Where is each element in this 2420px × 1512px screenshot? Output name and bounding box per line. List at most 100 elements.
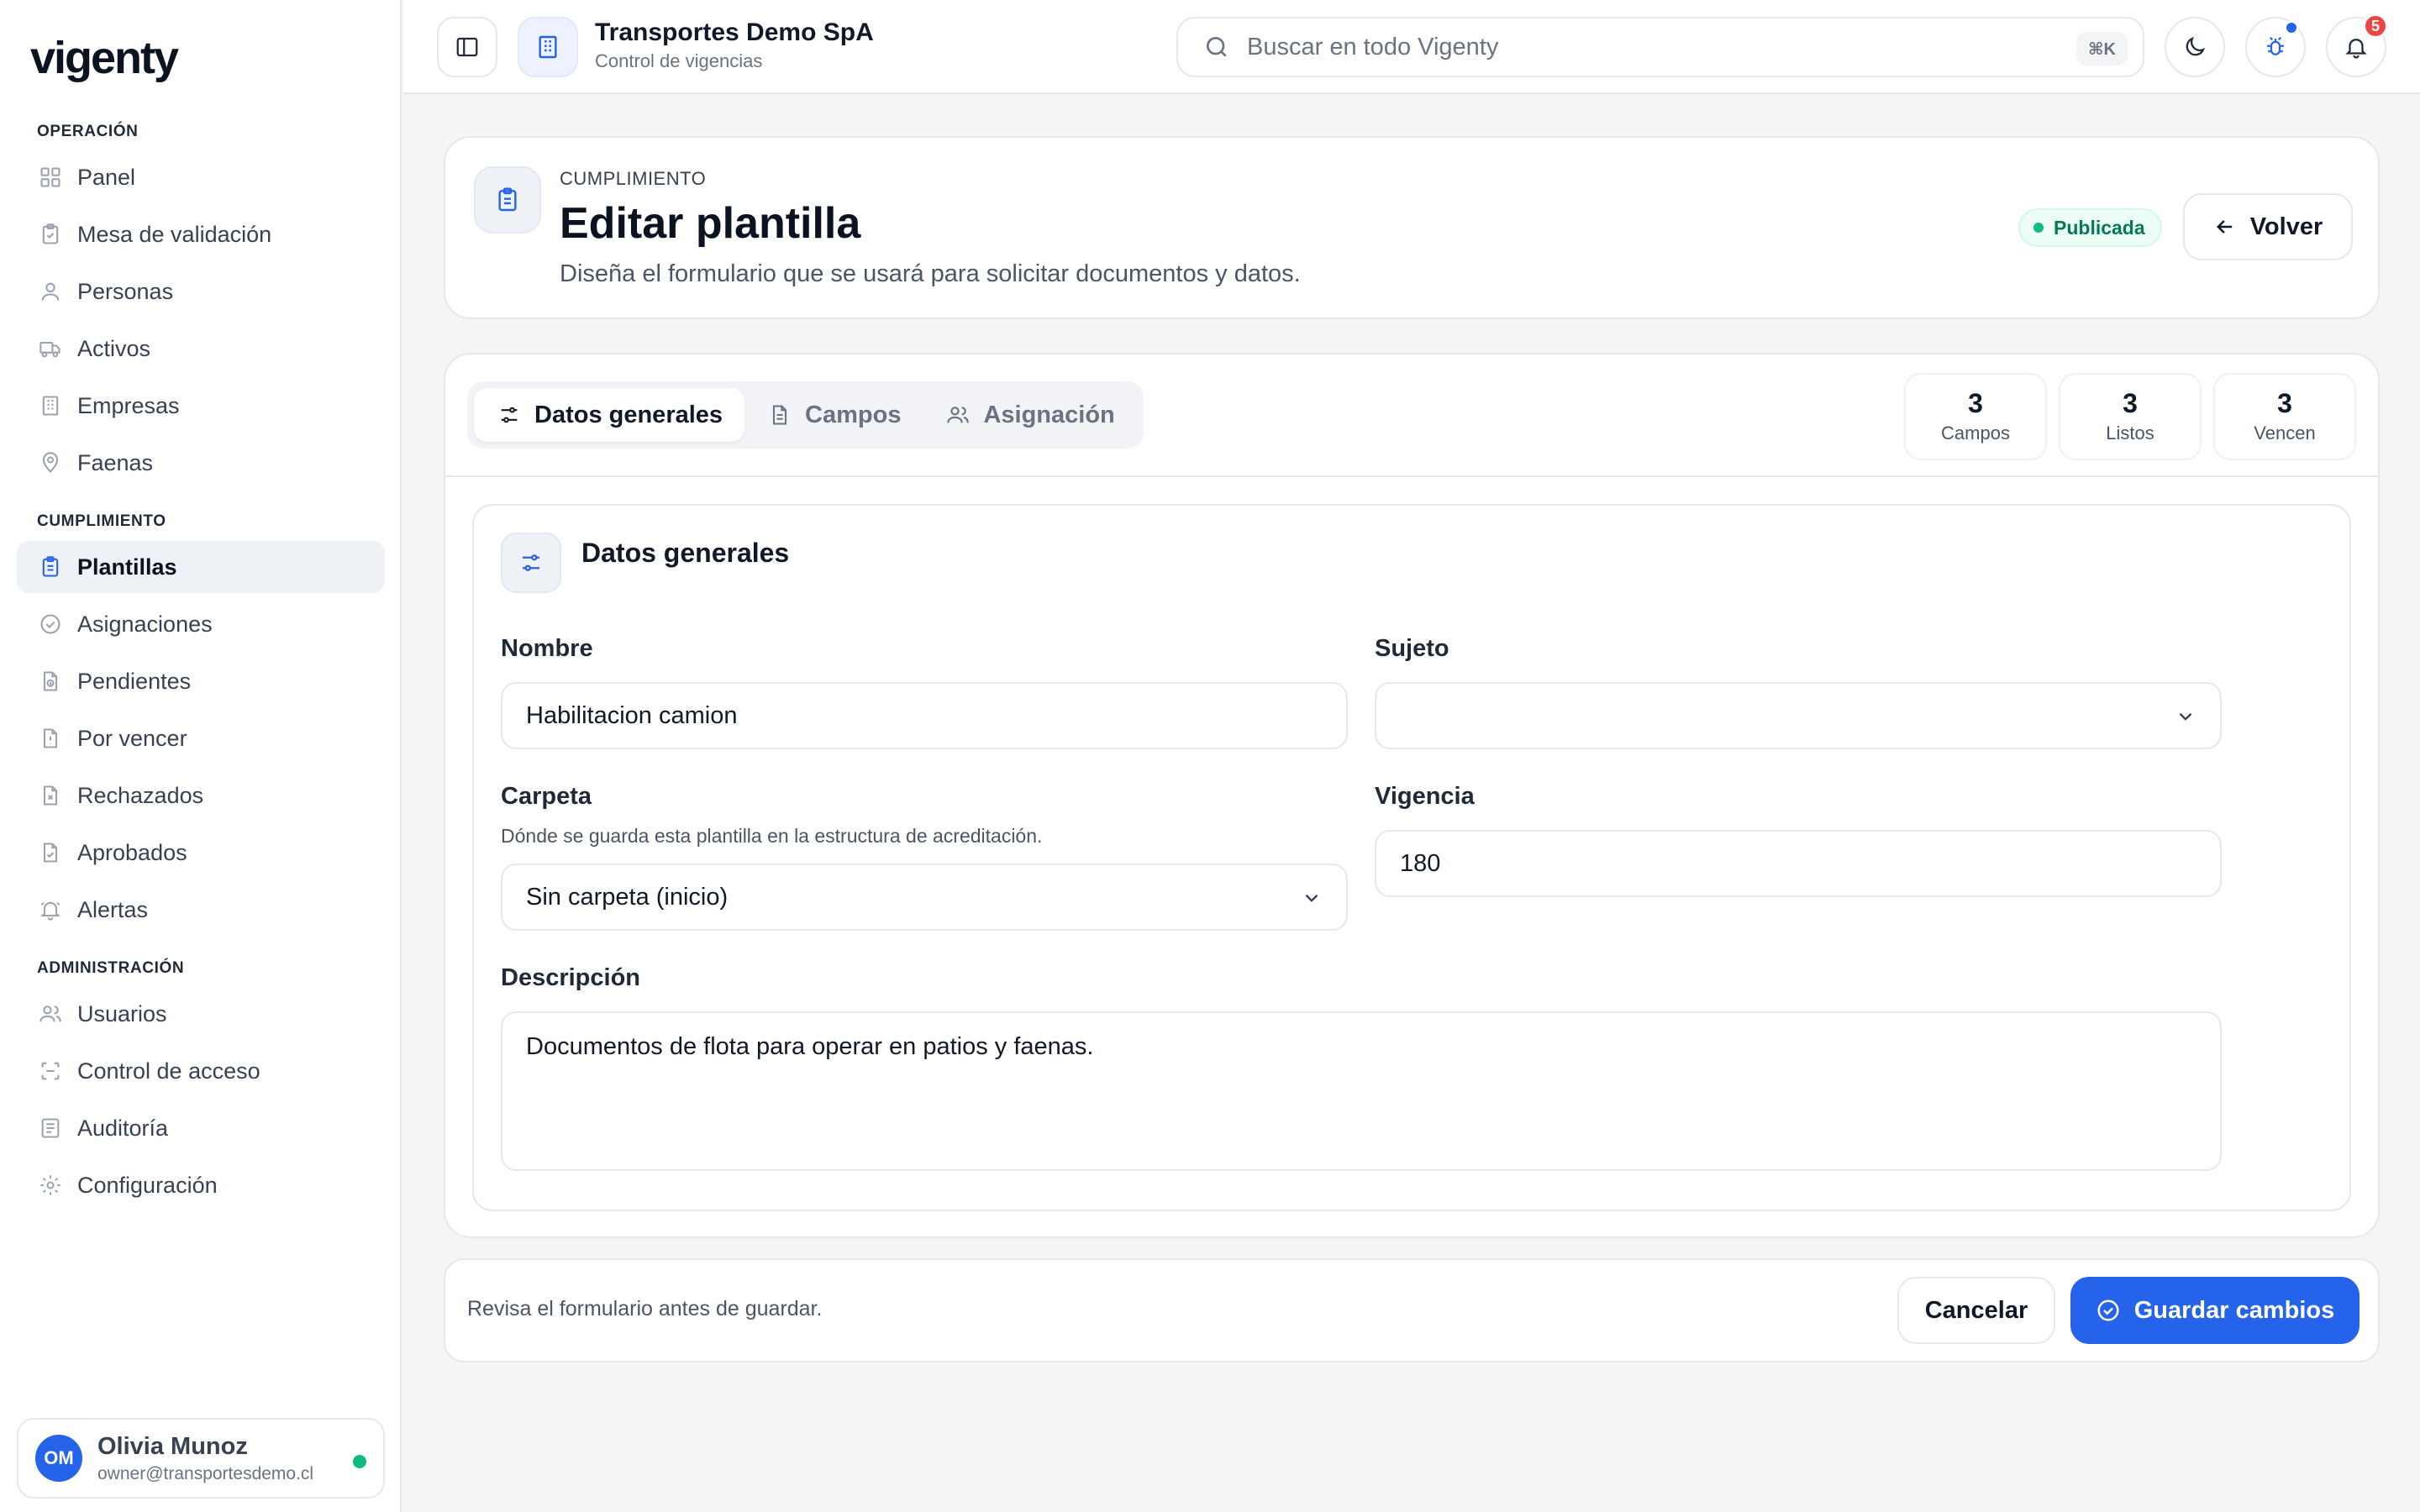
file-check-icon	[37, 839, 64, 866]
sidebar-item-rechazados[interactable]: Rechazados	[17, 769, 385, 822]
save-button[interactable]: Guardar cambios	[2070, 1277, 2360, 1344]
carpeta-select[interactable]: Sin carpeta (inicio)	[501, 864, 1348, 931]
sidebar-item-label: Plantillas	[77, 554, 177, 580]
carpeta-label: Carpeta	[501, 783, 592, 810]
online-status-indicator	[353, 1455, 366, 1468]
user-name: Olivia Munoz	[97, 1432, 248, 1460]
nombre-label: Nombre	[501, 635, 593, 662]
sidebar-item-label: Activos	[77, 335, 151, 361]
sidebar-item-personas[interactable]: Personas	[17, 265, 385, 318]
tab-campos[interactable]: Campos	[744, 388, 923, 442]
topbar: Transportes Demo SpA Control de vigencia…	[403, 0, 2420, 94]
vigenty-logo[interactable]: vigenty	[30, 32, 179, 84]
notifications-button[interactable]: 5	[2326, 13, 2388, 77]
user-email: owner@transportesdemo.cl	[97, 1463, 314, 1483]
stat-label: Listos	[2106, 423, 2154, 444]
sidebar-item-mesa-validacion[interactable]: Mesa de validación	[17, 208, 385, 260]
section-administracion: ADMINISTRACIÓN	[37, 959, 185, 977]
chevron-down-icon	[1301, 887, 1323, 909]
sidebar-item-label: Aprobados	[77, 839, 187, 865]
cancel-button[interactable]: Cancelar	[1897, 1277, 2055, 1344]
sidebar-item-plantillas[interactable]: Plantillas	[17, 541, 385, 593]
tab-asignacion[interactable]: Asignación	[923, 388, 1136, 442]
divider	[445, 475, 2378, 477]
status-dot	[2033, 223, 2044, 233]
descripcion-label: Descripción	[501, 964, 640, 991]
sidebar-item-label: Control de acceso	[77, 1058, 260, 1084]
sidebar-item-label: Asignaciones	[77, 611, 213, 637]
clipboard-list-icon	[37, 554, 64, 580]
back-button[interactable]: Volver	[2183, 193, 2353, 260]
sidebar-item-alertas[interactable]: Alertas	[17, 884, 385, 936]
check-circle-icon	[2096, 1298, 2121, 1323]
user-menu[interactable]: OM Olivia Munoz owner@transportesdemo.cl	[17, 1418, 385, 1499]
grid-icon	[37, 164, 64, 191]
status-badge: Publicada	[2018, 208, 2162, 247]
sidebar-item-asignaciones[interactable]: Asignaciones	[17, 598, 385, 650]
tab-datos-generales[interactable]: Datos generales	[474, 388, 745, 442]
sidebar-item-label: Rechazados	[77, 782, 204, 808]
nombre-field[interactable]: Habilitacion camion	[501, 682, 1348, 749]
map-pin-icon	[37, 449, 64, 476]
stat-label: Vencen	[2254, 423, 2316, 444]
sidebar-toggle-icon	[455, 34, 480, 60]
users-icon	[944, 402, 971, 428]
sidebar-item-empresas[interactable]: Empresas	[17, 380, 385, 432]
toggle-sidebar-button[interactable]	[437, 17, 497, 77]
sidebar-item-auditoria[interactable]: Auditoría	[17, 1102, 385, 1154]
sidebar-item-por-vencer[interactable]: Por vencer	[17, 712, 385, 764]
sujeto-select[interactable]	[1375, 682, 2222, 749]
sidebar-item-control-acceso[interactable]: Control de acceso	[17, 1045, 385, 1097]
sidebar-item-faenas[interactable]: Faenas	[17, 437, 385, 489]
bug-sparkle-icon	[2263, 34, 2288, 60]
sidebar-item-activos[interactable]: Activos	[17, 323, 385, 375]
sidebar-item-label: Faenas	[77, 449, 154, 475]
sidebar-item-label: Pendientes	[77, 668, 192, 694]
carpeta-value: Sin carpeta (inicio)	[526, 883, 729, 911]
stat-value: 3	[2277, 388, 2292, 418]
assistant-button[interactable]	[2245, 17, 2306, 77]
file-clock-icon	[37, 668, 64, 695]
search-input[interactable]	[1247, 33, 2003, 61]
sidebar-item-panel[interactable]: Panel	[17, 151, 385, 203]
sidebar-item-configuracion[interactable]: Configuración	[17, 1159, 385, 1211]
sidebar: vigenty OPERACIÓN Panel Mesa de validaci…	[0, 0, 402, 1512]
moon-icon	[2182, 34, 2207, 60]
tab-label: Asignación	[983, 401, 1115, 428]
bell-ring-icon	[37, 896, 64, 923]
organization-name[interactable]: Transportes Demo SpA	[595, 18, 874, 47]
sidebar-item-label: Auditoría	[77, 1115, 169, 1141]
vigencia-field[interactable]: 180	[1375, 830, 2222, 897]
section-cumplimiento: CUMPLIMIENTO	[37, 512, 166, 530]
page-header: CUMPLIMIENTO Editar plantilla Diseña el …	[444, 136, 2380, 319]
avatar: OM	[35, 1435, 82, 1482]
save-button-label: Guardar cambios	[2133, 1296, 2335, 1324]
general-data-section: Datos generales Nombre Habilitacion cami…	[472, 504, 2351, 1211]
users-icon	[37, 1000, 64, 1027]
descripcion-textarea[interactable]: Documentos de flota para operar en patio…	[501, 1011, 2222, 1171]
sidebar-item-usuarios[interactable]: Usuarios	[17, 988, 385, 1040]
clipboard-list-icon	[474, 166, 541, 234]
back-button-label: Volver	[2249, 213, 2323, 240]
carpeta-help: Dónde se guarda esta plantilla en la est…	[501, 825, 1043, 847]
sidebar-item-aprobados[interactable]: Aprobados	[17, 827, 385, 879]
sidebar-item-label: Panel	[77, 164, 136, 190]
stat-label: Campos	[1941, 423, 2010, 444]
stat-vencen: 3 Vencen	[2213, 373, 2356, 460]
theme-toggle-button[interactable]	[2165, 17, 2225, 77]
arrow-left-icon	[2213, 215, 2237, 239]
sidebar-item-pendientes[interactable]: Pendientes	[17, 655, 385, 707]
sidebar-item-label: Personas	[77, 278, 174, 304]
page-eyebrow: CUMPLIMIENTO	[560, 168, 707, 189]
assistant-indicator	[2284, 20, 2299, 35]
notification-count-badge: 5	[2363, 13, 2388, 39]
user-icon	[37, 278, 64, 305]
scan-icon	[37, 1058, 64, 1084]
bell-icon	[2344, 34, 2369, 60]
vigencia-value: 180	[1400, 849, 1441, 877]
global-search[interactable]: ⌘K	[1176, 17, 2144, 77]
chevron-down-icon	[2175, 706, 2196, 727]
form-actions: Revisa el formulario antes de guardar. C…	[444, 1258, 2380, 1362]
tab-label: Datos generales	[534, 401, 723, 428]
descripcion-value: Documentos de flota para operar en patio…	[526, 1033, 1094, 1060]
